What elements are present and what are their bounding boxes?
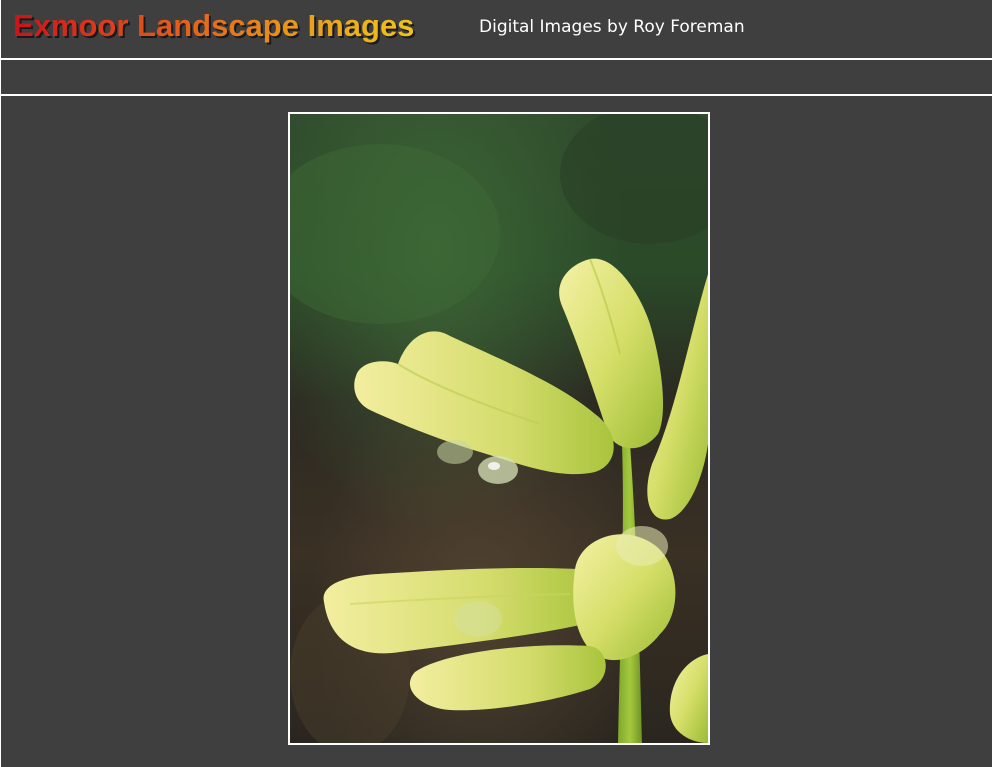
site-subtitle: Digital Images by Roy Foreman <box>479 17 745 37</box>
flower-buds-photo[interactable] <box>290 114 708 743</box>
site-header: Exmoor Landscape Images Digital Images b… <box>1 0 992 59</box>
nav-bar <box>1 61 992 94</box>
photo-frame <box>288 112 710 745</box>
header-divider-bottom <box>1 94 992 96</box>
header-divider-top <box>1 58 992 60</box>
site-title[interactable]: Exmoor Landscape Images <box>13 6 414 46</box>
page: Exmoor Landscape Images Digital Images b… <box>0 0 993 767</box>
